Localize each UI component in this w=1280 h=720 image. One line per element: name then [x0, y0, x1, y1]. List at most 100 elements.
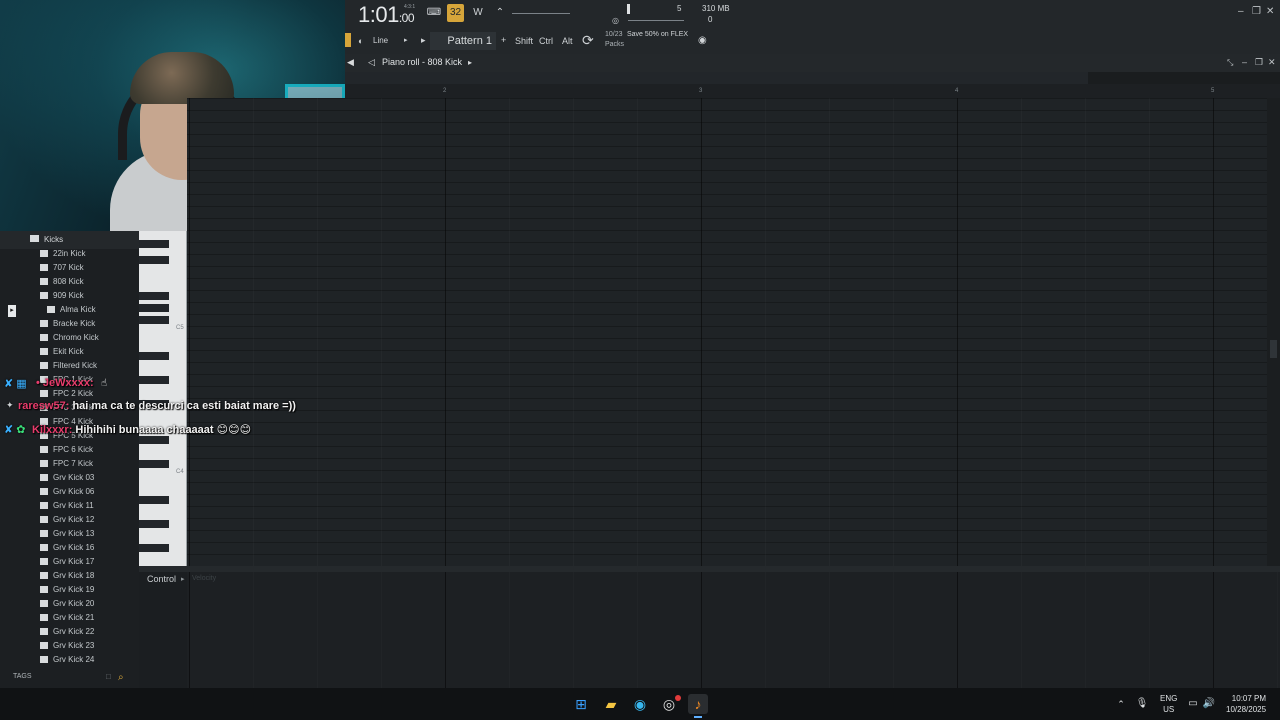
- microphone-icon[interactable]: 🎙: [1132, 694, 1152, 714]
- timeline-ruler[interactable]: [345, 84, 1280, 98]
- options-menu-icon[interactable]: ◀: [347, 57, 354, 68]
- piano-keyboard[interactable]: [139, 231, 187, 566]
- vertical-scrollbar[interactable]: [1267, 98, 1280, 566]
- minimize-icon[interactable]: –: [1238, 6, 1244, 17]
- taskbar-clock[interactable]: 10:07 PM 10/28/2025: [1226, 693, 1266, 715]
- browser-list-item[interactable]: FPC 2 Kick: [40, 387, 93, 401]
- tool-mode-label[interactable]: Line: [373, 36, 388, 45]
- black-key[interactable]: [139, 544, 169, 552]
- browser-list-item[interactable]: Grv Kick 03: [40, 471, 94, 485]
- browser-list-item[interactable]: 707 Kick: [40, 261, 84, 275]
- browser-item-label: Grv Kick 16: [53, 543, 95, 552]
- pattern-selector[interactable]: Pattern 1: [430, 32, 496, 50]
- browser-list-item[interactable]: 909 Kick: [40, 289, 84, 303]
- control-target-label[interactable]: Control: [147, 574, 176, 584]
- browser-list-item[interactable]: Grv Kick 11: [40, 499, 94, 513]
- browser-list-item[interactable]: Grv Kick 23: [40, 639, 94, 653]
- browser-item-label: FPC 6 Kick: [53, 445, 94, 454]
- ctrl-key-button[interactable]: Ctrl: [539, 36, 553, 46]
- master-pitch-knob[interactable]: [627, 4, 630, 14]
- browser-list-item[interactable]: Grv Kick 20: [40, 597, 94, 611]
- step-edit-icon[interactable]: 32: [447, 4, 464, 22]
- alt-key-button[interactable]: Alt: [562, 36, 573, 46]
- browser-list-item[interactable]: Grv Kick 16: [40, 541, 94, 555]
- browser-list-item[interactable]: FPC 7 Kick: [40, 457, 93, 471]
- pr-close-icon[interactable]: ✕: [1268, 57, 1276, 68]
- detach-icon[interactable]: ⤡: [1227, 58, 1233, 68]
- browser-list-item[interactable]: 808 Kick: [40, 275, 84, 289]
- black-key[interactable]: [139, 256, 169, 264]
- typing-keyboard-icon[interactable]: ⌨: [426, 6, 442, 20]
- scroll-thumb[interactable]: [1270, 340, 1277, 358]
- online-icon[interactable]: ◉: [698, 35, 707, 46]
- edge-browser-icon[interactable]: ◉: [630, 694, 650, 714]
- tag-folder-icon[interactable]: □: [106, 672, 111, 681]
- browser-list-item[interactable]: Grv Kick 17: [40, 555, 94, 569]
- black-key[interactable]: [139, 520, 169, 528]
- black-key[interactable]: [139, 376, 169, 384]
- close-icon[interactable]: ✕: [1266, 6, 1274, 17]
- folder-kicks[interactable]: Kicks: [30, 233, 63, 247]
- volume-icon[interactable]: 🔊: [1199, 694, 1219, 714]
- pattern-play-icon[interactable]: ▸: [421, 35, 426, 46]
- shift-key-button[interactable]: Shift: [515, 36, 533, 46]
- horizontal-scrollbar[interactable]: [345, 72, 1088, 84]
- black-key[interactable]: [139, 304, 169, 312]
- note-grid[interactable]: [187, 98, 1267, 566]
- browser-list-item[interactable]: Grv Kick 12: [40, 513, 94, 527]
- piano-roll-title[interactable]: Piano roll - 808 Kick: [382, 57, 462, 67]
- browser-list-item[interactable]: Grv Kick 24: [40, 653, 94, 667]
- news-banner[interactable]: Save 50% on FLEX: [627, 31, 688, 38]
- audio-file-icon: [40, 446, 48, 453]
- restore-icon[interactable]: ❐: [1252, 6, 1261, 17]
- language-indicator[interactable]: ENG US: [1160, 693, 1177, 715]
- piano-roll-header: [345, 54, 1280, 72]
- black-key[interactable]: [139, 240, 169, 248]
- browser-list-item[interactable]: Grv Kick 06: [40, 485, 94, 499]
- search-icon[interactable]: ⌕: [118, 672, 124, 683]
- recording-dot-icon: [675, 695, 681, 701]
- fl-studio-icon[interactable]: ♪: [688, 694, 708, 714]
- play-arrow-icon[interactable]: ▸: [404, 36, 408, 44]
- pr-minimize-icon[interactable]: –: [1242, 57, 1247, 67]
- master-volume-slider[interactable]: [512, 13, 570, 14]
- snap-indicator: [345, 33, 351, 47]
- metronome-icon[interactable]: ⌃: [492, 6, 508, 20]
- browser-list-item[interactable]: Filtered Kick: [40, 359, 97, 373]
- windows-start-icon[interactable]: ⊞: [571, 694, 591, 714]
- add-pattern-button[interactable]: +: [501, 35, 506, 45]
- tray-chevron-icon[interactable]: ⌃: [1111, 694, 1131, 714]
- control-sub-label: Velocity: [192, 575, 217, 582]
- black-key[interactable]: [139, 460, 169, 468]
- browser-list-item[interactable]: 22in Kick: [40, 247, 85, 261]
- chat-dot-icon: ✦: [6, 400, 14, 410]
- browser-list-item[interactable]: Grv Kick 13: [40, 527, 94, 541]
- browser-list-item[interactable]: Chromo Kick: [40, 331, 99, 345]
- black-key[interactable]: [139, 496, 169, 504]
- browser-list-item[interactable]: Bracke Kick: [40, 317, 95, 331]
- browser-list-item[interactable]: Alma Kick: [47, 303, 96, 317]
- black-key[interactable]: [139, 436, 169, 444]
- tags-label[interactable]: TAGS: [13, 673, 32, 680]
- news-icon[interactable]: ⟳: [582, 32, 594, 49]
- black-key[interactable]: [139, 316, 169, 324]
- browser-item-label: FPC 2 Kick: [53, 389, 94, 398]
- browser-list-item[interactable]: Grv Kick 18: [40, 569, 94, 583]
- control-arrow-icon[interactable]: ▸: [181, 575, 185, 583]
- browser-list-item[interactable]: Grv Kick 22: [40, 625, 94, 639]
- event-editor-lane[interactable]: [187, 572, 1280, 688]
- black-key[interactable]: [139, 352, 169, 360]
- wait-for-input-icon[interactable]: W: [470, 6, 486, 20]
- browser-list-item[interactable]: Grv Kick 21: [40, 611, 94, 625]
- browser-list-item[interactable]: FPC 6 Kick: [40, 443, 93, 457]
- audio-file-icon: [40, 502, 48, 509]
- pr-maximize-icon[interactable]: ❐: [1255, 57, 1263, 68]
- speaker-icon[interactable]: ◁: [368, 57, 375, 68]
- file-explorer-icon[interactable]: ▰: [601, 694, 621, 714]
- black-key[interactable]: [139, 292, 169, 300]
- browser-list-item[interactable]: Ekit Kick: [40, 345, 84, 359]
- preview-play-icon[interactable]: ▸: [8, 305, 16, 317]
- title-arrow-icon[interactable]: ▸: [468, 58, 472, 67]
- browser-list-item[interactable]: Grv Kick 19: [40, 583, 94, 597]
- cpu-meter: [628, 20, 684, 21]
